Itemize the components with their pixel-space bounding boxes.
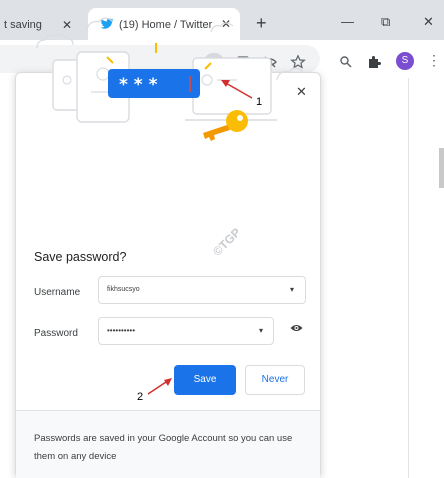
menu-icon[interactable]: ⋮ [427, 52, 441, 69]
window-close-icon[interactable]: ✕ [423, 14, 434, 30]
dialog-title: Save password? [34, 250, 127, 264]
page-divider [408, 78, 409, 478]
search-icon[interactable] [338, 54, 354, 70]
profile-avatar[interactable]: S [396, 52, 414, 70]
password-value: •••••••••• [107, 326, 136, 335]
username-field[interactable]: fikhsucsyo [98, 276, 306, 304]
minimize-icon[interactable]: — [341, 14, 354, 29]
restore-icon[interactable]: ⧉ [381, 14, 390, 30]
eye-icon[interactable] [290, 323, 303, 333]
illustration-password-text: * * * [119, 75, 158, 95]
annotation-label-2: 2 [137, 391, 144, 403]
scrollbar-thumb[interactable] [439, 148, 444, 188]
username-value: fikhsucsyo [107, 286, 140, 293]
never-button[interactable]: Never [245, 365, 305, 395]
footer-text: Passwords are saved in your Google Accou… [34, 433, 293, 462]
chevron-down-icon[interactable]: ▾ [290, 285, 294, 294]
chevron-down-icon[interactable]: ▾ [259, 326, 263, 335]
annotation-label-1: 1 [256, 96, 263, 108]
puzzle-icon[interactable] [366, 54, 382, 70]
password-label: Password [34, 328, 78, 339]
dialog-close-icon[interactable]: ✕ [296, 84, 307, 100]
save-button[interactable]: Save [174, 365, 236, 395]
username-label: Username [34, 287, 81, 298]
password-illustration: * * * [36, 17, 304, 141]
password-field[interactable]: •••••••••• [98, 317, 274, 345]
